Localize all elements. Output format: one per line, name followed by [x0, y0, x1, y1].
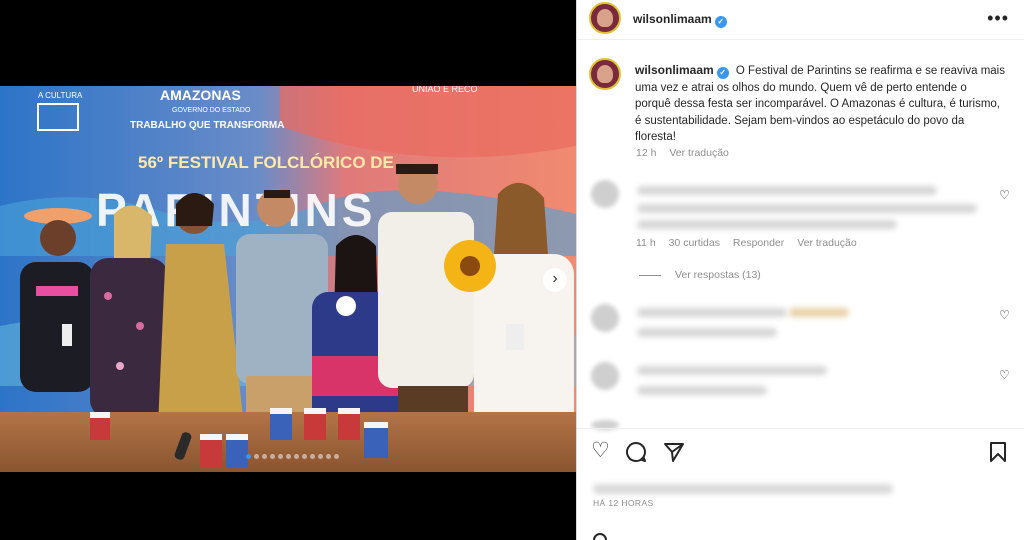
comment-blurred-text — [637, 204, 977, 213]
likes-summary-blurred — [593, 484, 893, 494]
comment-blurred-text — [637, 220, 897, 229]
banner-culture: A CULTURA — [38, 91, 83, 100]
view-replies-link[interactable]: Ver respostas (13) — [639, 269, 761, 281]
photo-scene: A CULTURA AMAZONAS GOVERNO DO ESTADO TRA… — [0, 86, 576, 472]
comment-blurred-text — [637, 308, 787, 317]
comment-like-heart-icon[interactable]: ♡ — [999, 188, 1010, 202]
comment-like-heart-icon[interactable]: ♡ — [999, 368, 1010, 382]
more-options-icon[interactable]: ••• — [987, 8, 1009, 29]
banner-sub: GOVERNO DO ESTADO — [172, 107, 251, 114]
comment-avatar[interactable] — [591, 362, 619, 390]
comment-blurred-text — [637, 186, 937, 195]
post-details-panel: wilsonlimaam ✓ ••• wilsonlimaam ✓ O Festiv… — [576, 0, 1024, 540]
caption-username-text[interactable]: wilsonlimaam — [635, 63, 714, 77]
carousel-next-icon[interactable]: › — [543, 268, 567, 292]
carousel-dot — [246, 454, 251, 459]
carousel-dot — [278, 454, 283, 459]
banner-title: 56º FESTIVAL FOLCLÓRICO DE — [138, 153, 394, 172]
carousel-dot — [310, 454, 315, 459]
comment-icon[interactable] — [625, 441, 647, 468]
replies-divider-line — [639, 274, 661, 276]
caption-username[interactable]: wilsonlimaam ✓ — [635, 63, 729, 79]
banner-slogan: TRABALHO QUE TRANSFORMA — [130, 120, 284, 131]
comment-reply-link[interactable]: Responder — [733, 237, 784, 249]
caption-meta: 12 h Ver tradução — [636, 147, 739, 159]
comment-age: 11 h — [636, 237, 656, 249]
bookmark-icon[interactable] — [989, 441, 1007, 468]
comment-likes[interactable]: 30 curtidas — [669, 237, 720, 249]
actions-divider — [577, 428, 1024, 429]
instagram-post-modal: A CULTURA AMAZONAS GOVERNO DO ESTADO TRA… — [0, 0, 1024, 540]
post-actions-bar: ♡ — [577, 438, 1024, 466]
post-header: wilsonlimaam ✓ ••• — [577, 0, 1024, 40]
carousel-dot — [302, 454, 307, 459]
carousel-dot — [262, 454, 267, 459]
comment-blurred-text — [637, 366, 827, 375]
emoji-icon[interactable] — [593, 533, 607, 540]
carousel-dot — [286, 454, 291, 459]
carousel-dot — [326, 454, 331, 459]
banner-brand: AMAZONAS — [160, 87, 241, 103]
view-replies-text[interactable]: Ver respostas (13) — [675, 269, 761, 281]
heart-icon[interactable]: ♡ — [591, 440, 610, 462]
carousel-dot — [334, 454, 339, 459]
media-panel: A CULTURA AMAZONAS GOVERNO DO ESTADO TRA… — [0, 0, 576, 540]
comment-like-heart-icon[interactable]: ♡ — [999, 308, 1010, 322]
verified-badge-icon: ✓ — [716, 67, 729, 79]
author-username-text[interactable]: wilsonlimaam — [633, 12, 712, 26]
verified-badge-icon: ✓ — [714, 16, 727, 28]
comment-blurred-meta — [637, 386, 767, 395]
comment-translate-link[interactable]: Ver tradução — [797, 237, 857, 249]
comment-avatar[interactable] — [591, 304, 619, 332]
carousel-dot — [270, 454, 275, 459]
banner-union: UNIÃO E RECO — [412, 86, 478, 94]
carousel-dots — [246, 454, 339, 459]
caption-text: wilsonlimaam ✓ O Festival de Parintins se… — [635, 62, 1005, 146]
carousel-dot — [294, 454, 299, 459]
caption-age: 12 h — [636, 147, 657, 159]
share-icon[interactable] — [663, 441, 685, 468]
comment-meta: 11 h 30 curtidas Responder Ver tradução — [636, 237, 867, 249]
caption-author-avatar[interactable] — [589, 58, 621, 90]
post-photo[interactable]: A CULTURA AMAZONAS GOVERNO DO ESTADO TRA… — [0, 86, 576, 472]
carousel-dot — [254, 454, 259, 459]
comment-blurred-emoji — [789, 308, 849, 317]
author-avatar[interactable] — [589, 2, 621, 34]
post-timestamp: HÁ 12 HORAS — [593, 498, 654, 508]
comment-blurred-meta — [637, 328, 777, 337]
carousel-dot — [318, 454, 323, 459]
comment-avatar[interactable] — [591, 180, 619, 208]
caption-translate-link[interactable]: Ver tradução — [669, 147, 729, 159]
author-username[interactable]: wilsonlimaam ✓ — [633, 12, 727, 28]
